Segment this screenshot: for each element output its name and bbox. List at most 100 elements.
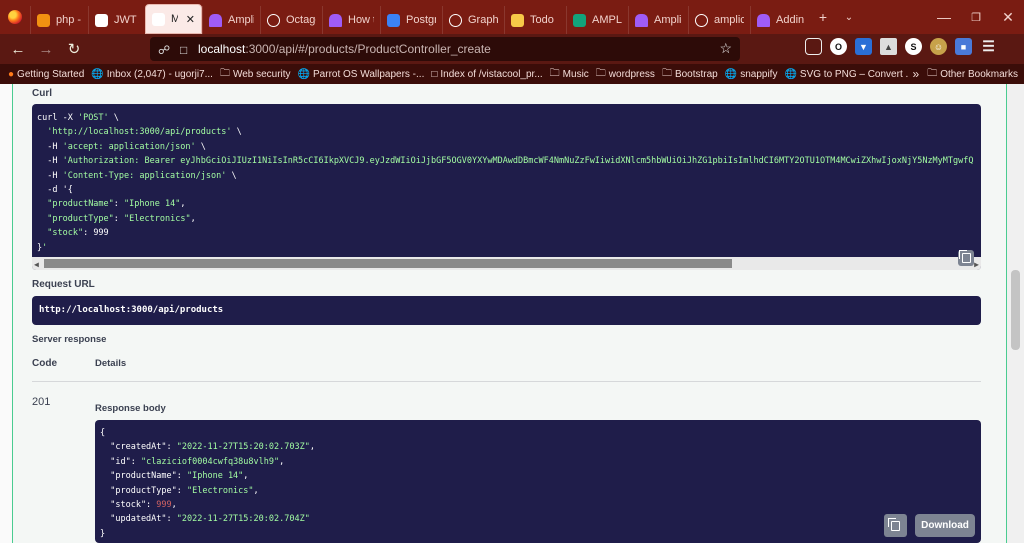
postgres-icon [387,13,400,27]
response-line: "stock": 999, [100,500,177,511]
browser-tab-label: How to [348,14,374,26]
close-tab-icon[interactable]: ✕ [186,13,195,26]
other-bookmarks-button[interactable]: 🗀 Other Bookmarks [927,66,1018,83]
vite-icon [511,13,524,27]
close-window-button[interactable]: ✕ [992,0,1024,34]
curl-label: Curl [32,88,52,99]
restore-button[interactable]: ❐ [960,0,992,34]
page-scrollbar-thumb[interactable] [1011,270,1020,350]
folder-icon: 🗀 [927,67,938,79]
browser-tab[interactable]: php - F [30,6,88,34]
curl-line: 'http://localhost:3000/api/products' \ [47,127,242,138]
copy-response-button[interactable] [884,514,907,537]
bookmark-label: Music [562,68,589,80]
request-url-block[interactable]: http://localhost:3000/api/products [32,296,981,325]
horizontal-scrollbar[interactable]: ◀ ▶ [32,257,981,270]
malwarebytes-icon[interactable]: ▼ [855,38,872,55]
folder-icon: 🗀 [595,67,606,79]
response-line: "updatedAt": "2022-11-27T15:20:02.704Z" [100,514,310,525]
request-url: http://localhost:3000/api/products [39,305,224,316]
response-line: } [100,528,106,539]
browser-tab[interactable]: amplic [688,6,750,34]
bookmark-label: Web security [232,68,291,80]
curl-code-block[interactable]: curl -X 'POST' \ 'http://localhost:3000/… [32,104,981,270]
bookmark-item[interactable]: 🌐 snappify [725,66,778,83]
browser-tab-label: Amplic [228,14,254,26]
extension-shield-icon[interactable]: ■ [955,38,972,55]
app-menu-icon[interactable]: ☰ [980,38,997,55]
folder-icon: 🗀 [661,67,672,79]
browser-tab[interactable]: Amplic [202,6,260,34]
extension-face-icon[interactable]: ☺ [930,38,947,55]
image-extension-icon[interactable]: ▲ [880,38,897,55]
browser-tab[interactable]: My serv ✕ [145,4,202,34]
browser-tab[interactable]: Amplic [628,6,688,34]
browser-tab-label: Octago [286,14,316,26]
url-host: localhost [198,42,246,56]
forward-button[interactable]: → [32,35,60,63]
request-url-label: Request URL [32,279,95,290]
browser-tab[interactable]: Adding [750,6,810,34]
page-vertical-scrollbar[interactable] [1007,84,1024,543]
scroll-left-icon[interactable]: ◀ [34,258,39,270]
bookmark-item[interactable]: 🌐 Parrot OS Wallpapers -... [298,66,425,83]
browser-tab[interactable]: Postgre [380,6,442,34]
bookmark-item[interactable]: 🗀 wordpress [596,66,655,83]
list-all-tabs-button[interactable]: ⌄ [836,0,862,34]
bookmark-star-icon[interactable]: ☆ [719,40,732,57]
pocket-icon[interactable] [805,38,822,55]
extension-o-icon[interactable]: O [830,38,847,55]
folder-icon: 🗀 [219,67,230,79]
page-info-icon[interactable]: □ [180,43,192,57]
page-content: Curl curl -X 'POST' \ 'http://localhost:… [0,84,1024,543]
shield-icon[interactable]: ☍ [158,43,170,57]
github-icon [267,13,280,27]
more-bookmarks-button[interactable]: » [913,67,920,81]
globe-icon: 🌐 [91,68,104,80]
response-line: "id": "claziciof0004cwfq38u8vlh9", [100,456,285,467]
bookmark-item[interactable]: 🗀 Bootstrap [662,66,718,83]
copy-icon [958,250,971,263]
scrollbar-thumb[interactable] [44,259,732,268]
amplication-icon [329,13,342,27]
minimize-button[interactable]: — [928,0,960,34]
browser-tab[interactable]: How to [322,6,380,34]
amplication-icon [757,13,770,27]
t-icon [573,13,586,27]
bookmarks-toolbar: ● Getting Started 🌐 Inbox (2,047) - ugorji7… [0,64,1024,84]
browser-tab-label: Postgre [406,14,436,26]
bookmark-item[interactable]: 🗀 Web security [220,66,291,83]
browser-tab[interactable]: GraphQ [442,6,504,34]
browser-tab[interactable]: JWT Au [88,6,145,34]
response-body-block[interactable]: { "createdAt": "2022-11-27T15:20:02.703Z… [95,420,981,543]
curl-line: curl -X 'POST' \ [37,113,119,123]
folder-icon: 🗀 [549,67,560,79]
copy-curl-button[interactable] [958,250,974,266]
bookmark-item[interactable]: ● Getting Started [8,66,84,83]
browser-tab[interactable]: Octago [260,6,322,34]
browser-tab[interactable]: AMPLIF [566,6,628,34]
bookmark-item[interactable]: □ Index of /vistacool_pr... [431,66,542,83]
reload-button[interactable]: ↻ [60,35,88,63]
back-button[interactable]: ← [4,35,32,63]
browser-tab[interactable]: Todo [504,6,566,34]
firefox-icon[interactable] [0,0,30,34]
graphql-icon [449,13,462,27]
curl-line: "productType": "Electronics", [47,213,196,224]
bookmark-item[interactable]: 🌐 Inbox (2,047) - ugorji7... [91,66,213,83]
extension-s-icon[interactable]: S [905,38,922,55]
globe-icon: 🌐 [724,68,738,80]
response-line: "createdAt": "2022-11-27T15:20:02.703Z", [100,442,315,453]
code-column-header: Code [32,358,57,369]
bookmark-label: Inbox (2,047) - ugorji7... [106,68,213,80]
bookmark-item[interactable]: 🌐 SVG to PNG – Convert ... [784,66,908,83]
new-tab-button[interactable]: + [810,0,836,34]
bookmark-item[interactable]: 🗀 Music [550,66,589,83]
bookmark-label: Parrot OS Wallpapers -... [313,68,425,80]
download-button[interactable]: Download [915,514,975,537]
address-bar[interactable]: ☍ □ localhost:3000/api/#/products/Produc… [150,37,740,61]
jwt-icon [95,13,108,27]
scroll-right-icon[interactable]: ▶ [974,258,979,270]
browser-tab-label: amplic [714,14,744,26]
server-response-label: Server response [32,334,107,345]
